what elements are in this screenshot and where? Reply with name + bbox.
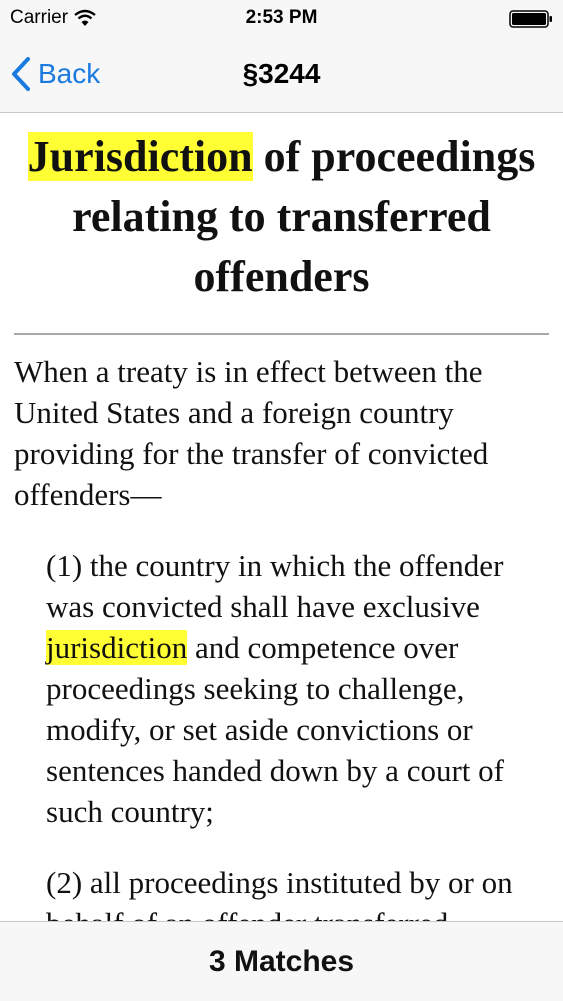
intro-paragraph: When a treaty is in effect between the U… [14,354,489,512]
battery-icon [509,10,552,28]
search-highlight: Jurisdiction [27,132,253,181]
document-content[interactable]: Jurisdiction of proceedings relating to … [0,113,563,921]
status-time: 2:53 PM [245,7,318,28]
bottom-toolbar: 3 Matches [0,921,563,1001]
navigation-bar: Back §3244 [0,36,563,113]
search-highlight: jurisdiction [46,630,188,665]
status-bar: Carrier 2:53 PM [0,0,563,36]
section-heading: Jurisdiction of proceedings relating to … [14,127,549,307]
paragraph-1: (1) the country in which the offender wa… [46,545,549,832]
page-title: §3244 [242,58,321,89]
matches-count[interactable]: 3 Matches [209,945,354,979]
paragraph-2: (2) all proceedings instituted by or on … [46,865,513,921]
paragraph-text: (1) the country in which the offender wa… [46,548,504,624]
divider [14,333,549,335]
